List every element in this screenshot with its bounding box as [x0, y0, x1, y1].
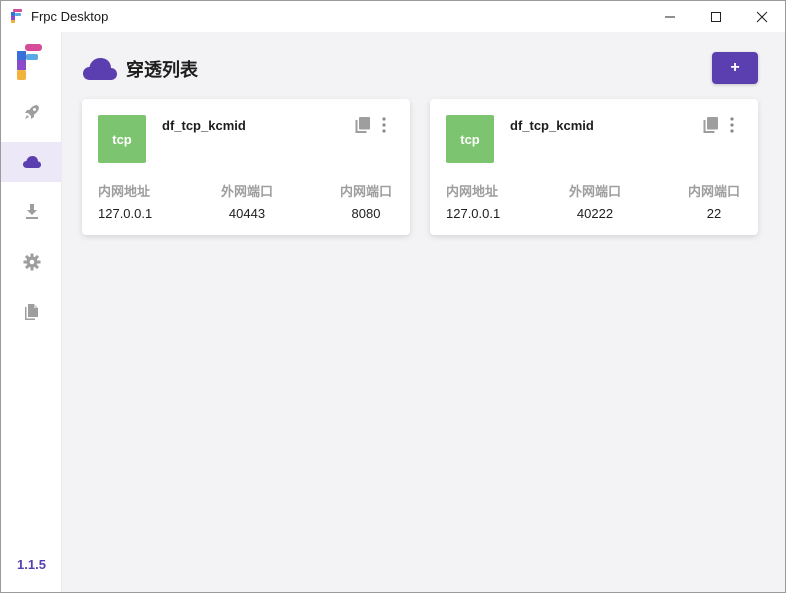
- proxy-name: df_tcp_kcmid: [510, 118, 594, 133]
- minimize-button[interactable]: [647, 1, 693, 32]
- remote-port-label: 外网端口: [220, 184, 273, 199]
- close-button[interactable]: [739, 1, 785, 32]
- proxy-type-badge: tcp: [98, 115, 146, 163]
- local-port-column: 内网端口 22: [684, 181, 744, 221]
- rocket-icon: [24, 105, 39, 119]
- gear-icon: [23, 253, 40, 271]
- proxy-card: tcp df_tcp_kcmid 内网地址 127.0.0.1 外网端口 404…: [82, 99, 410, 235]
- app-window: Frpc Desktop 1.1.5 穿透列表 + tcp df_tcp_kcm…: [0, 0, 786, 593]
- close-icon: [756, 11, 768, 22]
- maximize-icon: [711, 11, 721, 22]
- local-ip-value: 127.0.0.1: [446, 206, 501, 221]
- remote-port-column: 外网端口 40222: [560, 181, 630, 221]
- local-port-column: 内网端口 8080: [336, 181, 396, 221]
- local-ip-label: 内网地址: [98, 184, 151, 199]
- sidebar: 1.1.5: [1, 32, 62, 592]
- proxy-card: tcp df_tcp_kcmid 内网地址 127.0.0.1 外网端口 402…: [430, 99, 758, 235]
- window-title: Frpc Desktop: [31, 9, 109, 24]
- remote-port-column: 外网端口 40443: [212, 181, 282, 221]
- proxy-name: df_tcp_kcmid: [162, 118, 246, 133]
- minimize-icon: [665, 16, 675, 17]
- copy-icon[interactable]: [354, 116, 372, 134]
- local-port-label: 内网端口: [687, 184, 740, 199]
- sidebar-item-home[interactable]: [1, 92, 62, 132]
- maximize-button[interactable]: [693, 1, 739, 32]
- local-ip-label: 内网地址: [446, 184, 499, 199]
- cloud-icon: [83, 58, 117, 80]
- sidebar-item-settings[interactable]: [1, 242, 62, 282]
- page-title: 穿透列表: [126, 60, 198, 80]
- copy-file-icon: [24, 304, 38, 320]
- local-ip-value: 127.0.0.1: [98, 206, 153, 221]
- main-content: 穿透列表 + tcp df_tcp_kcmid 内网地址 127.0.0.1 外…: [62, 32, 785, 592]
- proxy-type-badge: tcp: [446, 115, 494, 163]
- page-header: 穿透列表: [82, 54, 198, 84]
- copy-icon[interactable]: [702, 116, 720, 134]
- local-ip-column: 内网地址 127.0.0.1: [98, 181, 152, 221]
- add-proxy-button[interactable]: +: [712, 52, 758, 84]
- app-logo-icon: [11, 9, 22, 23]
- remote-port-value: 40222: [576, 206, 614, 221]
- more-vertical-icon[interactable]: [378, 116, 390, 134]
- local-ip-column: 内网地址 127.0.0.1: [446, 181, 500, 221]
- cloud-icon: [22, 156, 41, 168]
- frpc-logo-icon: [17, 44, 42, 80]
- title-bar: Frpc Desktop: [1, 1, 785, 32]
- download-icon: [25, 204, 38, 219]
- remote-port-value: 40443: [228, 206, 266, 221]
- remote-port-label: 外网端口: [568, 184, 621, 199]
- version-label: 1.1.5: [17, 557, 46, 572]
- local-port-value: 22: [706, 206, 722, 221]
- local-port-value: 8080: [351, 206, 381, 221]
- sidebar-item-logs[interactable]: [1, 292, 62, 332]
- sidebar-item-download[interactable]: [1, 192, 62, 232]
- local-port-label: 内网端口: [339, 184, 392, 199]
- sidebar-item-proxies[interactable]: [1, 142, 62, 182]
- more-vertical-icon[interactable]: [726, 116, 738, 134]
